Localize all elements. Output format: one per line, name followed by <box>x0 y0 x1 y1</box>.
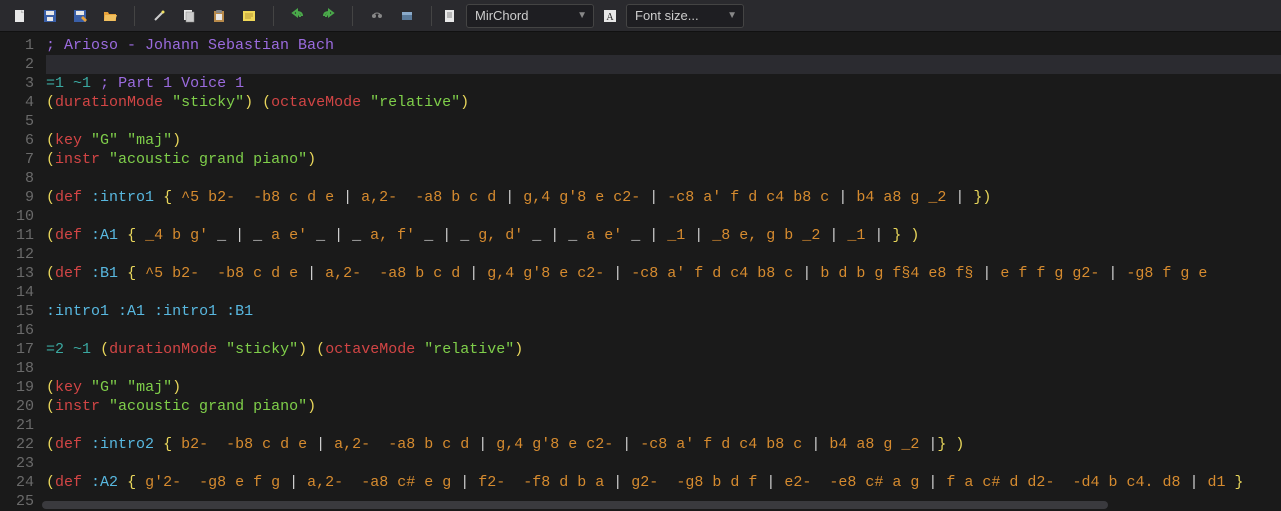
code-line[interactable]: (def :A1 { _4 b g' _ | _ a e' _ | _ a, f… <box>46 226 1281 245</box>
line-number: 1 <box>0 36 34 55</box>
open-folder-icon <box>102 8 118 24</box>
code-area[interactable]: ; Arioso - Johann Sebastian Bach =1 ~1 ; … <box>42 32 1281 509</box>
line-number: 17 <box>0 340 34 359</box>
code-line[interactable] <box>46 169 1281 188</box>
redo-icon <box>320 8 336 24</box>
line-number: 15 <box>0 302 34 321</box>
wand-icon <box>151 8 167 24</box>
code-line[interactable] <box>46 207 1281 226</box>
play-icon <box>369 8 385 24</box>
toolbar: MirChord ▼ A Font size... ▼ <box>0 0 1281 32</box>
chevron-down-icon: ▼ <box>577 10 587 21</box>
line-number: 12 <box>0 245 34 264</box>
line-number: 19 <box>0 378 34 397</box>
open-folder-button[interactable] <box>96 3 124 29</box>
line-number: 23 <box>0 454 34 473</box>
line-number: 9 <box>0 188 34 207</box>
code-line[interactable]: (instr "acoustic grand piano") <box>46 397 1281 416</box>
horizontal-scrollbar[interactable] <box>42 501 1281 509</box>
svg-text:A: A <box>606 12 614 23</box>
save-icon <box>42 8 58 24</box>
toolbar-separator <box>352 6 353 26</box>
line-number: 13 <box>0 264 34 283</box>
line-number: 8 <box>0 169 34 188</box>
line-number: 16 <box>0 321 34 340</box>
copy-icon <box>181 8 197 24</box>
code-line[interactable] <box>46 283 1281 302</box>
line-number: 10 <box>0 207 34 226</box>
saveas-icon <box>72 8 88 24</box>
line-number: 3 <box>0 74 34 93</box>
code-line[interactable]: (def :intro2 { b2- -b8 c d e | a,2- -a8 … <box>46 435 1281 454</box>
code-line[interactable]: =2 ~1 (durationMode "sticky") (octaveMod… <box>46 340 1281 359</box>
sticky-note-button[interactable] <box>235 3 263 29</box>
code-line[interactable] <box>46 55 1281 74</box>
code-line[interactable] <box>46 321 1281 340</box>
new-file-icon <box>12 8 28 24</box>
line-number: 2 <box>0 55 34 74</box>
code-line[interactable] <box>46 416 1281 435</box>
code-line[interactable]: (durationMode "sticky") (octaveMode "rel… <box>46 93 1281 112</box>
code-line[interactable] <box>46 454 1281 473</box>
code-line[interactable] <box>46 359 1281 378</box>
saveas-button[interactable] <box>66 3 94 29</box>
save-button[interactable] <box>36 3 64 29</box>
line-gutter: 1234567891011121314151617181920212223242… <box>0 32 42 509</box>
line-number: 5 <box>0 112 34 131</box>
line-number: 21 <box>0 416 34 435</box>
undo-button[interactable] <box>284 3 312 29</box>
scrollbar-thumb[interactable] <box>42 501 1108 509</box>
redo-button[interactable] <box>314 3 342 29</box>
font-icon: A <box>602 8 618 24</box>
code-line[interactable]: (key "G" "maj") <box>46 131 1281 150</box>
code-line[interactable]: (def :A2 { g'2- -g8 e f g | a,2- -a8 c# … <box>46 473 1281 492</box>
new-file-button[interactable] <box>6 3 34 29</box>
line-number: 14 <box>0 283 34 302</box>
stop-icon <box>399 8 415 24</box>
line-number: 24 <box>0 473 34 492</box>
code-line[interactable]: (key "G" "maj") <box>46 378 1281 397</box>
toolbar-separator <box>134 6 135 26</box>
line-number: 18 <box>0 359 34 378</box>
sticky-note-icon <box>241 8 257 24</box>
code-line[interactable]: (def :intro1 { ^5 b2- -b8 c d e | a,2- -… <box>46 188 1281 207</box>
fontsize-dropdown[interactable]: Font size... ▼ <box>626 4 744 28</box>
line-number: 20 <box>0 397 34 416</box>
fontsize-dropdown-label: Font size... <box>635 8 699 23</box>
line-number: 7 <box>0 150 34 169</box>
code-line[interactable] <box>46 245 1281 264</box>
code-line[interactable] <box>46 112 1281 131</box>
line-number: 11 <box>0 226 34 245</box>
language-dropdown-label: MirChord <box>475 8 528 23</box>
code-editor[interactable]: 1234567891011121314151617181920212223242… <box>0 32 1281 509</box>
paste-button[interactable] <box>205 3 233 29</box>
line-number: 6 <box>0 131 34 150</box>
toolbar-separator <box>431 6 432 26</box>
code-line[interactable]: ; Arioso - Johann Sebastian Bach <box>46 36 1281 55</box>
toolbar-separator <box>273 6 274 26</box>
chevron-down-icon: ▼ <box>727 10 737 21</box>
language-dropdown[interactable]: MirChord ▼ <box>466 4 594 28</box>
play-button[interactable] <box>363 3 391 29</box>
line-number: 22 <box>0 435 34 454</box>
line-number: 25 <box>0 492 34 511</box>
document-icon <box>442 8 458 24</box>
code-line[interactable]: (def :B1 { ^5 b2- -b8 c d e | a,2- -a8 b… <box>46 264 1281 283</box>
undo-icon <box>290 8 306 24</box>
line-number: 4 <box>0 93 34 112</box>
wand-button[interactable] <box>145 3 173 29</box>
code-line[interactable]: (instr "acoustic grand piano") <box>46 150 1281 169</box>
stop-button[interactable] <box>393 3 421 29</box>
paste-icon <box>211 8 227 24</box>
code-line[interactable]: :intro1 :A1 :intro1 :B1 <box>46 302 1281 321</box>
copy-button[interactable] <box>175 3 203 29</box>
code-line[interactable]: =1 ~1 ; Part 1 Voice 1 <box>46 74 1281 93</box>
